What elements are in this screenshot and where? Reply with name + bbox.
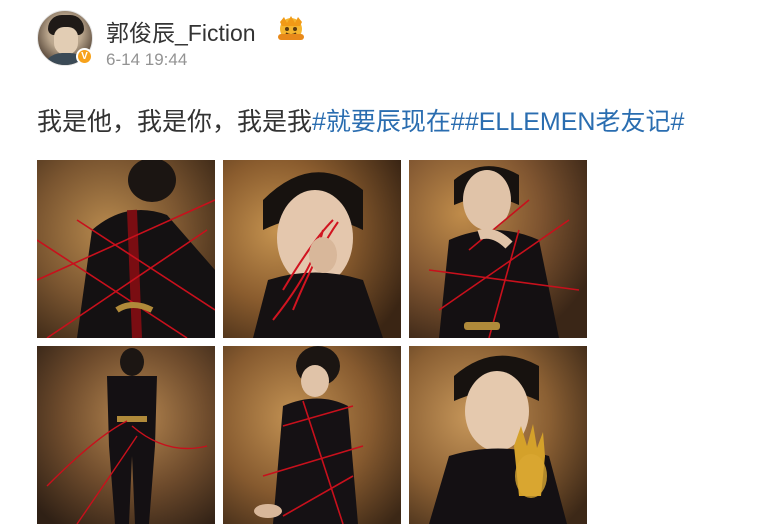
username-link[interactable]: 郭俊辰_Fiction — [106, 14, 256, 48]
post-photo[interactable] — [409, 160, 587, 338]
post-photo[interactable] — [409, 346, 587, 524]
verified-badge-icon: V — [76, 48, 93, 65]
post-photo[interactable] — [37, 160, 215, 338]
post-photo[interactable] — [37, 346, 215, 524]
weibo-post: V 郭俊辰_Fiction 6-14 19:44 我是他，我是你，我是我#就要辰… — [0, 0, 761, 529]
post-photo[interactable] — [223, 346, 401, 524]
hashtag-link[interactable]: #ELLEMEN老友记# — [465, 108, 685, 136]
post-content: 我是他，我是你，我是我#就要辰现在##ELLEMEN老友记# — [37, 104, 684, 140]
avatar-face — [54, 27, 78, 55]
post-text-plain: 我是他，我是你，我是我 — [37, 108, 313, 136]
hashtag-link[interactable]: #就要辰现在# — [312, 108, 465, 136]
post-timestamp[interactable]: 6-14 19:44 — [106, 50, 187, 70]
crown-icon[interactable] — [274, 14, 308, 42]
post-photo[interactable] — [223, 160, 401, 338]
